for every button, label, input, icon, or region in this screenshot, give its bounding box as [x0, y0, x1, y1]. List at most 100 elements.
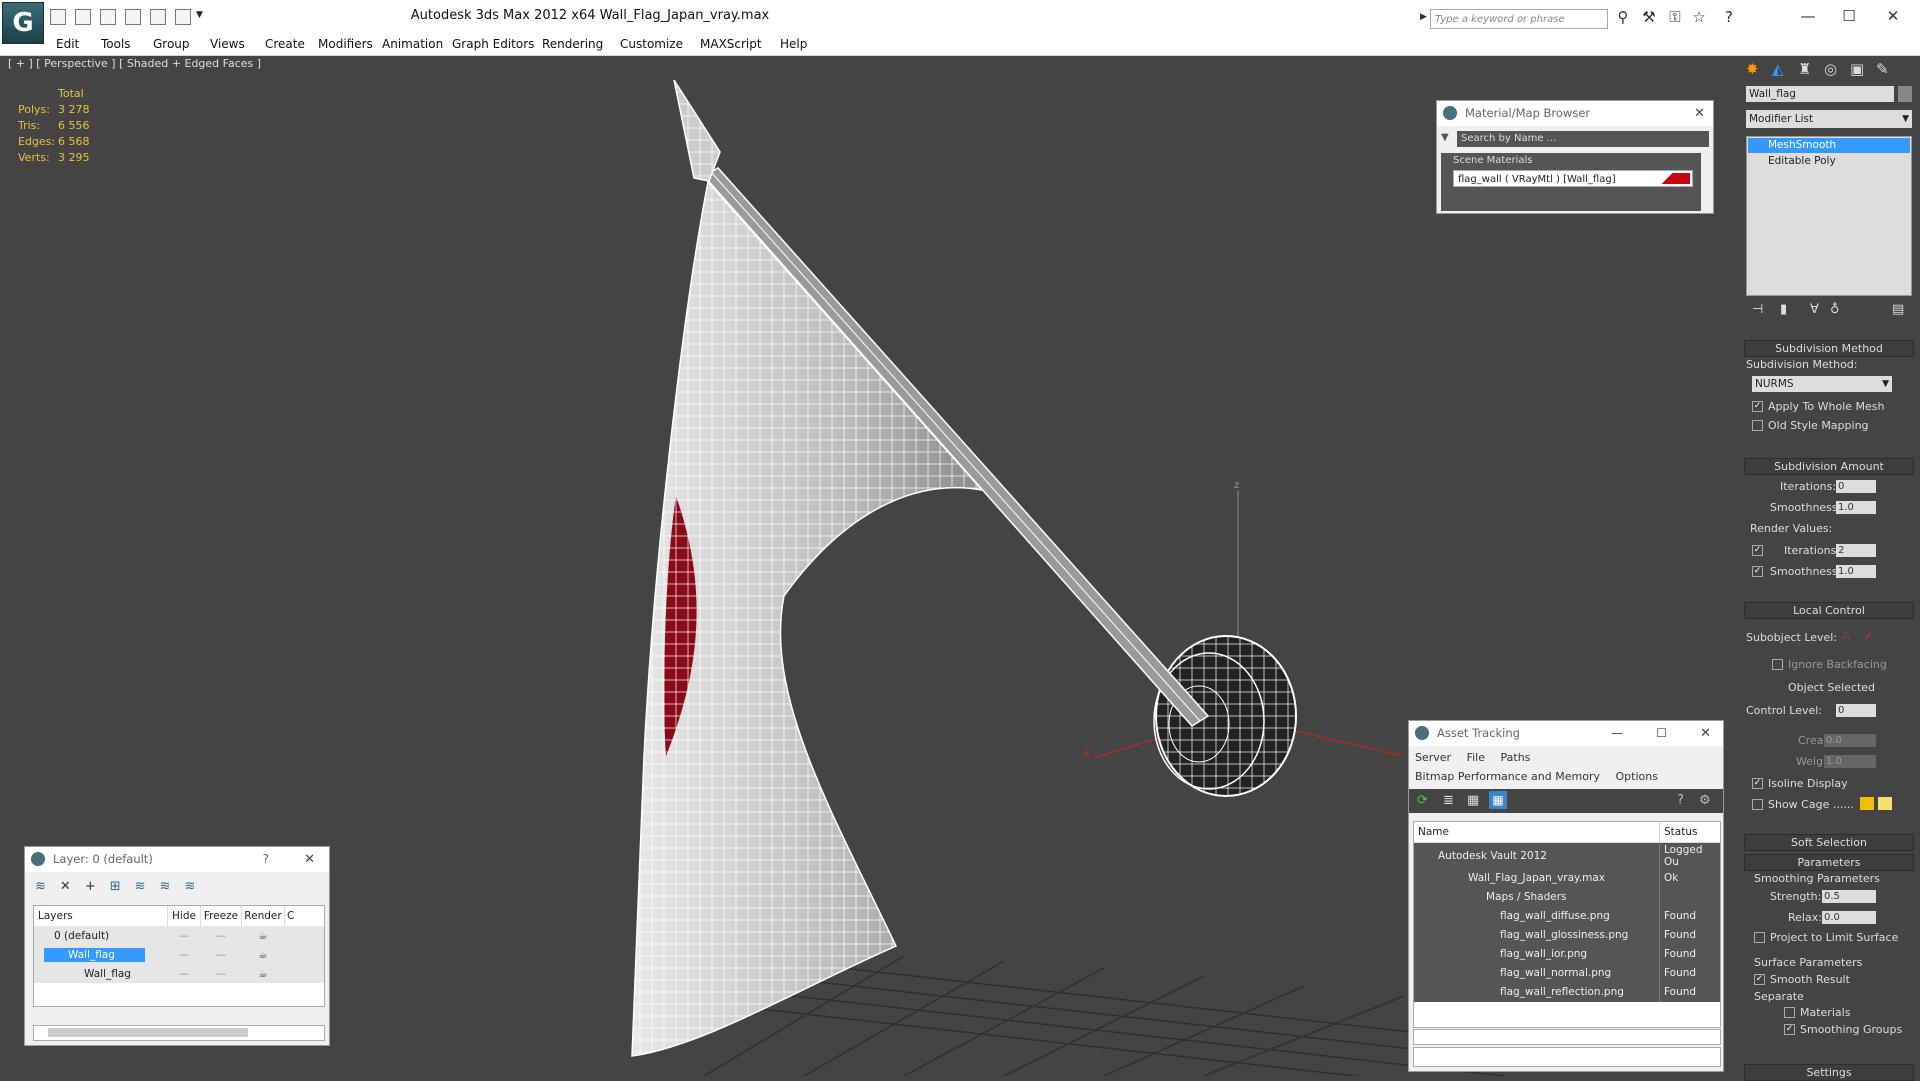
col-status[interactable]: Status: [1660, 822, 1721, 842]
configure-sets-icon[interactable]: ▤: [1892, 302, 1904, 317]
render-iterations-checkbox[interactable]: ✓: [1752, 545, 1763, 556]
object-name-field[interactable]: Wall_flag: [1746, 86, 1894, 102]
help-button[interactable]: ?: [263, 847, 269, 872]
keyword-search-input[interactable]: Type a keyword or phrase: [1430, 9, 1608, 29]
subscription-icon[interactable]: ⚿: [1666, 8, 1684, 26]
add-to-layer-icon[interactable]: +: [85, 879, 110, 894]
layer-row[interactable]: Wall_flag — — ☕: [34, 964, 324, 983]
freeze-toggle[interactable]: —: [201, 945, 242, 964]
weight-spinner[interactable]: 1.0: [1824, 755, 1876, 768]
render-teapot-icon[interactable]: ☕: [242, 945, 285, 964]
asset-row[interactable]: Maps / Shaders: [1414, 887, 1720, 907]
menu-edit[interactable]: Edit: [56, 37, 79, 51]
pin-stack-icon[interactable]: ⊣: [1752, 302, 1763, 317]
asset-row[interactable]: flag_wall_diffuse.png Found: [1414, 906, 1720, 926]
show-cage-checkbox[interactable]: [1752, 799, 1763, 810]
layer-name[interactable]: 0 (default): [34, 926, 168, 945]
rollout-subdivision-amount[interactable]: Subdivision Amount: [1744, 458, 1914, 475]
modify-tab-icon[interactable]: ◭: [1772, 60, 1784, 78]
render-iterations-spinner[interactable]: 2: [1836, 544, 1876, 557]
asset-row[interactable]: flag_wall_ior.png Found: [1414, 944, 1720, 964]
menu-maxscript[interactable]: MAXScript: [700, 37, 762, 51]
rollout-settings[interactable]: Settings: [1744, 1064, 1914, 1081]
settings-icon[interactable]: ⚙: [1699, 793, 1711, 808]
layer-row[interactable]: 0 (default) — — ☕: [34, 926, 324, 945]
cage-color-swatch[interactable]: [1860, 797, 1874, 810]
minimize-button[interactable]: —: [1785, 4, 1831, 28]
freeze-all-icon[interactable]: ≋: [184, 879, 209, 894]
render-teapot-icon[interactable]: ☕: [242, 926, 285, 945]
menu-customize[interactable]: Customize: [620, 37, 683, 51]
separate-smoothing-groups-checkbox[interactable]: ✓: [1784, 1024, 1795, 1035]
select-objects-icon[interactable]: ⊞: [110, 879, 135, 894]
asset-tracking-titlebar[interactable]: Asset Tracking — ☐ ✕: [1409, 721, 1723, 746]
menu-paths[interactable]: Paths: [1501, 751, 1531, 764]
menu-rendering[interactable]: Rendering: [542, 37, 603, 51]
rollout-subdivision-method[interactable]: Subdivision Method: [1744, 340, 1914, 357]
create-tab-icon[interactable]: ✸: [1746, 60, 1759, 78]
rollout-soft-selection[interactable]: Soft Selection: [1744, 834, 1914, 851]
delete-layer-icon[interactable]: ✕: [60, 879, 85, 894]
material-item-flag-wall[interactable]: flag_wall ( VRayMtl ) [Wall_flag]: [1453, 170, 1693, 187]
strength-spinner[interactable]: 0.5: [1822, 890, 1876, 903]
asset-row[interactable]: Wall_Flag_Japan_vray.max Ok: [1414, 868, 1720, 888]
minimize-button[interactable]: —: [1611, 721, 1623, 746]
horizontal-scrollbar[interactable]: [33, 1025, 325, 1041]
col-freeze[interactable]: Freeze: [200, 906, 242, 926]
col-render[interactable]: Render: [241, 906, 285, 926]
scene-materials-group[interactable]: Scene Materials: [1441, 153, 1701, 166]
render-smoothness-checkbox[interactable]: ✓: [1752, 566, 1763, 577]
hide-toggle[interactable]: —: [168, 945, 201, 964]
vertex-subobject-icon[interactable]: ∴: [1842, 629, 1850, 644]
cage-selected-color-swatch[interactable]: [1878, 797, 1892, 810]
rollout-parameters[interactable]: Parameters: [1744, 854, 1914, 871]
communication-center-icon[interactable]: ⚒: [1640, 8, 1658, 26]
col-hide[interactable]: Hide: [167, 906, 201, 926]
col-name[interactable]: Name: [1414, 822, 1660, 842]
old-style-mapping-checkbox[interactable]: [1752, 420, 1763, 431]
thumbnail-view-icon[interactable]: ▦: [1467, 793, 1479, 808]
viewport-label[interactable]: [ + ] [ Perspective ] [ Shaded + Edged F…: [8, 57, 261, 70]
subdivision-method-select[interactable]: NURMS ▼: [1752, 376, 1892, 392]
app-logo-button[interactable]: G: [2, 2, 44, 44]
modifier-list-dropdown[interactable]: Modifier List ▼: [1746, 110, 1912, 128]
menu-server[interactable]: Server: [1415, 751, 1451, 764]
iterations-spinner[interactable]: 0: [1836, 480, 1876, 493]
hide-all-icon[interactable]: ≋: [160, 879, 185, 894]
list-view-icon[interactable]: ≣: [1443, 793, 1454, 808]
favorites-star-icon[interactable]: ☆: [1690, 8, 1708, 26]
hide-toggle[interactable]: —: [168, 926, 201, 945]
menu-help[interactable]: Help: [780, 37, 807, 51]
asset-row[interactable]: flag_wall_glossiness.png Found: [1414, 925, 1720, 945]
layer-manager-titlebar[interactable]: Layer: 0 (default) ? ✕: [25, 847, 329, 872]
layer-row[interactable]: Wall_flag — — ☕: [34, 945, 324, 964]
render-teapot-icon[interactable]: ☕: [242, 964, 285, 983]
motion-tab-icon[interactable]: ◎: [1824, 60, 1837, 78]
relax-spinner[interactable]: 0.0: [1822, 911, 1876, 924]
rollout-local-control[interactable]: Local Control: [1744, 602, 1914, 619]
scrollbar-thumb[interactable]: [48, 1028, 248, 1037]
material-search-input[interactable]: Search by Name ...: [1457, 131, 1709, 147]
show-end-result-icon[interactable]: ▮: [1780, 302, 1787, 317]
stack-item-meshsmooth[interactable]: MeshSmooth: [1748, 138, 1910, 153]
close-icon[interactable]: ✕: [304, 847, 315, 872]
hierarchy-tab-icon[interactable]: ♜: [1798, 60, 1811, 78]
utilities-tab-icon[interactable]: ✎: [1876, 60, 1889, 78]
binoculars-search-icon[interactable]: ⚲: [1614, 8, 1632, 26]
col-color[interactable]: C: [285, 906, 325, 926]
asset-row[interactable]: flag_wall_reflection.png Found: [1414, 982, 1720, 1002]
separate-materials-checkbox[interactable]: [1784, 1007, 1795, 1018]
ignore-backfacing-checkbox[interactable]: [1772, 659, 1783, 670]
help-icon[interactable]: ?: [1677, 793, 1684, 808]
close-window-button[interactable]: ✕: [1870, 4, 1916, 28]
display-tab-icon[interactable]: ▣: [1850, 60, 1864, 78]
help-icon[interactable]: ?: [1720, 8, 1738, 26]
apply-whole-mesh-checkbox[interactable]: ✓: [1752, 401, 1763, 412]
close-icon[interactable]: ✕: [1700, 721, 1711, 746]
create-layer-icon[interactable]: ≋: [35, 879, 60, 894]
menu-modifiers[interactable]: Modifiers: [318, 37, 373, 51]
object-color-swatch[interactable]: [1898, 86, 1912, 102]
project-limit-checkbox[interactable]: [1754, 932, 1765, 943]
asset-horizontal-scrollbar[interactable]: [1413, 1029, 1721, 1045]
menu-create[interactable]: Create: [265, 37, 305, 51]
